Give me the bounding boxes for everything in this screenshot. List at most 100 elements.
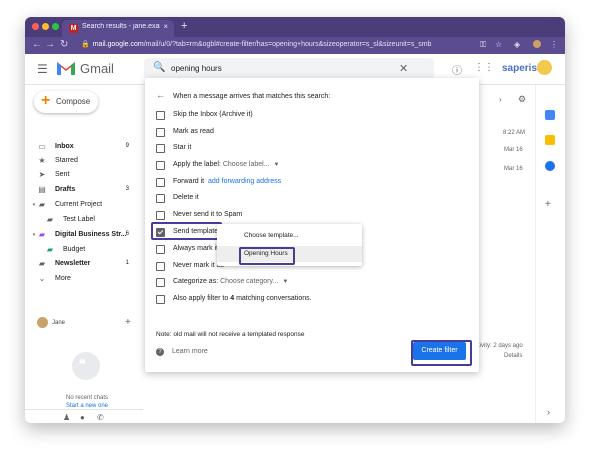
browser-window: M Search results - jane.example × + ← → … <box>25 17 565 423</box>
sidebar-item-more[interactable]: ⌄ More <box>25 273 137 287</box>
right-side-panel: + › <box>535 85 565 423</box>
sidebar-item-drafts[interactable]: ▤ Drafts 3 <box>25 184 137 198</box>
message-time: Mar 16 <box>504 166 523 172</box>
search-input[interactable]: opening hours <box>171 64 222 73</box>
sidebar-item-label: Drafts <box>55 186 76 193</box>
apply-label-checkbox[interactable] <box>156 161 165 170</box>
apply-existing-suffix: matching conversations. <box>236 295 312 302</box>
sidebar-item-inbox[interactable]: ▭ Inbox 9 <box>25 141 137 155</box>
skip-inbox-checkbox[interactable] <box>156 111 165 120</box>
sidebar-item-test-label[interactable]: ▰ Test Label <box>25 214 137 228</box>
forward-icon[interactable]: → <box>45 39 55 50</box>
categorize-checkbox[interactable] <box>156 278 165 287</box>
search-icon[interactable]: 🔍 <box>153 62 165 73</box>
mark-read-checkbox[interactable] <box>156 128 165 137</box>
extension-icon[interactable]: ◈ <box>514 40 520 49</box>
sidebar-item-budget[interactable]: ▰ Budget <box>25 244 137 258</box>
sidebar: + Compose ▭ Inbox 9 ★ Starred ➤ Sent ▤ D… <box>25 85 143 423</box>
never-important-checkbox[interactable] <box>156 262 165 271</box>
close-window-button[interactable] <box>32 23 39 30</box>
help-icon[interactable]: ⓘ <box>452 62 462 77</box>
calendar-icon[interactable] <box>545 110 555 120</box>
activity-details-link[interactable]: Details <box>504 353 522 359</box>
sidebar-item-newsletter[interactable]: ▰ Newsletter 1 <box>25 258 137 272</box>
phone-icon[interactable]: ✆ <box>97 413 104 422</box>
browser-tab[interactable]: M Search results - jane.example × <box>62 20 174 37</box>
apply-label-text: Apply the label: <box>173 161 221 168</box>
minimize-window-button[interactable] <box>42 23 49 30</box>
template-option[interactable]: Choose template... <box>217 228 362 244</box>
key-icon[interactable]: ⚿ <box>480 40 486 50</box>
label-icon: ▰ <box>46 245 54 254</box>
apply-existing-checkbox[interactable] <box>156 295 165 304</box>
sidebar-item-label: Digital Business Str... <box>55 231 127 238</box>
bookmark-star-icon[interactable]: ☆ <box>495 40 502 49</box>
sidebar-item-digital-business[interactable]: ▾ ▰ Digital Business Str... 6 <box>25 229 137 243</box>
add-chat-icon[interactable]: + <box>125 317 131 328</box>
sidebar-item-count: 9 <box>125 143 129 149</box>
option-label: Also apply filter to 4 matching conversa… <box>173 295 312 302</box>
star-checkbox[interactable] <box>156 144 165 153</box>
learn-more-link[interactable]: Learn more <box>172 348 208 355</box>
clear-search-icon[interactable]: ✕ <box>399 62 408 75</box>
sidebar-item-current-project[interactable]: ▾ ▰ Current Project <box>25 199 137 213</box>
dialog-header-text: When a message arrives that matches this… <box>173 93 331 100</box>
next-page-icon[interactable]: › <box>499 95 502 104</box>
add-forwarding-link[interactable]: add forwarding address <box>208 178 281 185</box>
brand-logo[interactable]: saperis <box>502 63 537 74</box>
add-addon-icon[interactable]: + <box>545 199 551 210</box>
option-apply-existing[interactable]: Also apply filter to 4 matching conversa… <box>156 293 456 306</box>
settings-gear-icon[interactable]: ⚙ <box>518 94 526 105</box>
message-time: 8:22 AM <box>503 130 526 136</box>
back-icon[interactable]: ← <box>32 39 42 50</box>
lock-icon: 🔒 <box>81 41 90 48</box>
option-label: Skip the Inbox (Archive it) <box>173 111 253 118</box>
forward-checkbox[interactable] <box>156 178 165 187</box>
send-template-highlight <box>151 222 222 240</box>
help-circle-icon: ? <box>156 348 164 356</box>
option-skip-inbox[interactable]: Skip the Inbox (Archive it) <box>156 109 456 122</box>
sidebar-item-label: Inbox <box>55 143 74 150</box>
chat-user-name[interactable]: Jane <box>52 320 65 326</box>
option-never-spam[interactable]: Never send it to Spam <box>156 209 456 222</box>
always-important-checkbox[interactable] <box>156 245 165 254</box>
new-tab-button[interactable]: + <box>181 20 187 32</box>
apps-grid-icon[interactable]: ⋮⋮ <box>474 62 494 73</box>
url-field[interactable]: 🔒 mail.google.com/mail/u/0/?tab=rm&ogbl#c… <box>81 40 479 51</box>
keep-icon[interactable] <box>545 135 555 145</box>
choose-category-select[interactable]: Choose category... <box>220 278 278 285</box>
hangouts-icon[interactable]: ● <box>80 413 85 422</box>
option-forward[interactable]: Forward it add forwarding address <box>156 176 456 189</box>
draft-icon: ▤ <box>38 185 46 194</box>
back-arrow-icon[interactable]: ← <box>156 90 165 100</box>
sidebar-item-starred[interactable]: ★ Starred <box>25 155 137 169</box>
reload-icon[interactable]: ↻ <box>60 39 68 50</box>
option-star[interactable]: Star it <box>156 142 456 155</box>
option-apply-label[interactable]: Apply the label: Choose label... ▼ <box>156 159 456 172</box>
browser-menu-icon[interactable]: ⋮ <box>550 40 558 49</box>
expand-panel-icon[interactable]: › <box>547 407 550 417</box>
sidebar-item-sent[interactable]: ➤ Sent <box>25 169 137 183</box>
choose-label-select[interactable]: Choose label... <box>223 161 270 168</box>
sidebar-footer: ♟ ● ✆ <box>25 409 143 423</box>
maximize-window-button[interactable] <box>52 23 59 30</box>
tasks-icon[interactable] <box>545 161 555 171</box>
sidebar-item-count: 3 <box>125 186 129 192</box>
option-delete[interactable]: Delete it <box>156 192 456 205</box>
account-avatar[interactable] <box>537 60 552 75</box>
chat-user-avatar[interactable] <box>37 317 48 328</box>
delete-checkbox[interactable] <box>156 194 165 203</box>
tab-close-icon[interactable]: × <box>163 22 168 31</box>
learn-more-row[interactable]: ? Learn more <box>156 348 208 356</box>
person-icon[interactable]: ♟ <box>63 413 70 422</box>
option-categorize[interactable]: Categorize as: Choose category... ▼ <box>156 276 456 289</box>
search-bar[interactable]: 🔍 opening hours ✕ <box>144 58 434 80</box>
categorize-text: Categorize as: <box>173 278 219 285</box>
profile-avatar-icon[interactable] <box>533 40 541 48</box>
gmail-logo-icon[interactable] <box>56 60 76 76</box>
never-spam-checkbox[interactable] <box>156 211 165 220</box>
compose-button[interactable]: + Compose <box>34 91 98 113</box>
sidebar-item-label: Newsletter <box>55 260 91 267</box>
option-mark-read[interactable]: Mark as read <box>156 126 456 139</box>
main-menu-icon[interactable]: ☰ <box>37 62 48 76</box>
